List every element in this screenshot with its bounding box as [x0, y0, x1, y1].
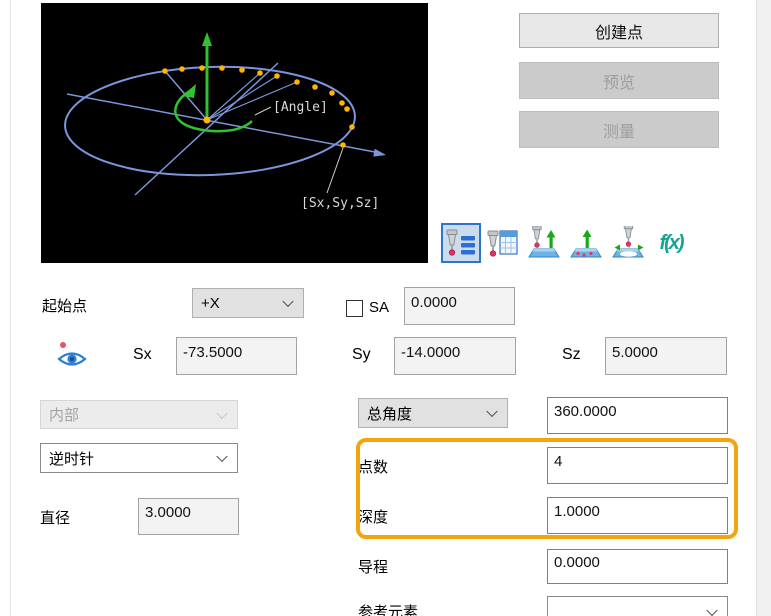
- function-icon[interactable]: f(x): [651, 223, 691, 263]
- plane-align-probe-icon[interactable]: [609, 223, 649, 263]
- diameter-label: 直径: [40, 507, 70, 528]
- points-count-input[interactable]: [547, 447, 728, 484]
- start-position-label: [Sx,Sy,Sz]: [301, 196, 379, 211]
- sz-input[interactable]: [605, 337, 727, 375]
- surface-points-up-icon[interactable]: [567, 223, 607, 263]
- center-point: [204, 117, 211, 124]
- reference-element-select[interactable]: [547, 596, 728, 616]
- circle-preview-diagram: [Angle] [Sx,Sy,Sz]: [41, 3, 428, 263]
- probe-point-up-icon[interactable]: [525, 223, 565, 263]
- vertical-scrollbar[interactable]: [756, 0, 771, 616]
- total-angle-select[interactable]: 总角度: [358, 398, 508, 428]
- direction-select[interactable]: 逆时针: [40, 443, 238, 473]
- panel-divider: [10, 0, 11, 616]
- points-count-label: 点数: [358, 456, 388, 477]
- angle-label: [Angle]: [273, 100, 328, 115]
- depth-input[interactable]: [547, 497, 728, 534]
- chevron-down-icon: [216, 407, 227, 418]
- diameter-input[interactable]: [138, 498, 239, 535]
- depth-label: 深度: [358, 506, 388, 527]
- measure-button[interactable]: 测量: [519, 111, 719, 148]
- chevron-down-icon: [282, 296, 293, 307]
- sy-input[interactable]: [394, 337, 516, 375]
- sx-label: Sx: [133, 346, 152, 364]
- preview-button[interactable]: 预览: [519, 62, 719, 99]
- chevron-down-icon: [216, 451, 227, 462]
- sx-input[interactable]: [176, 337, 297, 375]
- sa-value-input[interactable]: [404, 287, 515, 325]
- start-point-select[interactable]: +X: [192, 288, 304, 318]
- reference-element-label: 参考元素: [358, 601, 418, 616]
- inner-outer-select: 内部: [40, 400, 238, 429]
- vector-arrowhead: [373, 149, 386, 157]
- lead-label: 导程: [358, 556, 388, 577]
- mode-toolbar: f(x): [441, 222, 691, 264]
- create-points-button[interactable]: 创建点: [519, 13, 719, 48]
- total-angle-input[interactable]: [547, 397, 728, 434]
- start-point-label: 起始点: [42, 295, 87, 316]
- sy-label: Sy: [352, 346, 371, 364]
- chevron-down-icon: [486, 406, 497, 417]
- sz-label: Sz: [562, 346, 581, 364]
- lead-input[interactable]: [547, 549, 728, 584]
- chevron-down-icon: [706, 605, 717, 616]
- visibility-eye-icon[interactable]: [54, 338, 90, 377]
- probe-list-icon[interactable]: [441, 223, 481, 263]
- sa-label: SA: [369, 299, 389, 316]
- sa-checkbox[interactable]: [346, 300, 363, 317]
- probe-table-icon[interactable]: [483, 223, 523, 263]
- parameter-dialog: [Angle] [Sx,Sy,Sz] 创建点 预览 测量: [0, 0, 771, 616]
